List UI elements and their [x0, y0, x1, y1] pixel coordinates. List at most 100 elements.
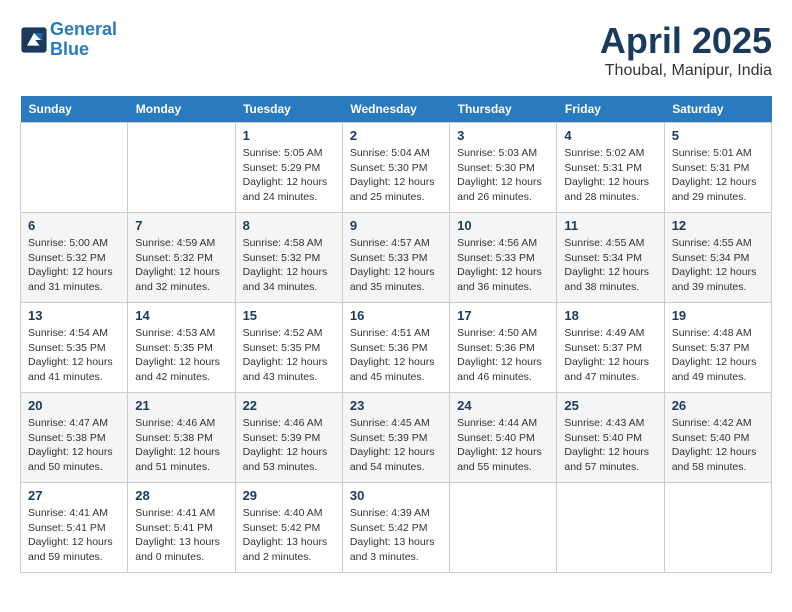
day-info: Sunrise: 4:55 AMSunset: 5:34 PMDaylight:…: [564, 236, 656, 295]
day-number: 12: [672, 218, 764, 233]
day-number: 26: [672, 398, 764, 413]
calendar-cell: 1 Sunrise: 5:05 AMSunset: 5:29 PMDaylight…: [235, 123, 342, 213]
day-number: 11: [564, 218, 656, 233]
col-header-wednesday: Wednesday: [342, 96, 449, 123]
week-row-2: 6 Sunrise: 5:00 AMSunset: 5:32 PMDaylight…: [21, 213, 772, 303]
day-info: Sunrise: 4:55 AMSunset: 5:34 PMDaylight:…: [672, 236, 764, 295]
col-header-sunday: Sunday: [21, 96, 128, 123]
day-number: 7: [135, 218, 227, 233]
day-number: 28: [135, 488, 227, 503]
day-number: 9: [350, 218, 442, 233]
page-header: General Blue April 2025 Thoubal, Manipur…: [20, 20, 772, 80]
calendar-cell: [21, 123, 128, 213]
day-info: Sunrise: 4:45 AMSunset: 5:39 PMDaylight:…: [350, 416, 442, 475]
calendar-cell: 18Sunrise: 4:49 AMSunset: 5:37 PMDayligh…: [557, 303, 664, 393]
calendar-cell: [664, 483, 771, 573]
day-info: Sunrise: 4:49 AMSunset: 5:37 PMDaylight:…: [564, 326, 656, 385]
location: Thoubal, Manipur, India: [600, 62, 772, 80]
day-info: Sunrise: 5:03 AMSunset: 5:30 PMDaylight:…: [457, 146, 549, 205]
header-row: SundayMondayTuesdayWednesdayThursdayFrid…: [21, 96, 772, 123]
day-number: 22: [243, 398, 335, 413]
day-number: 27: [28, 488, 120, 503]
day-number: 10: [457, 218, 549, 233]
day-info: Sunrise: 4:48 AMSunset: 5:37 PMDaylight:…: [672, 326, 764, 385]
day-info: Sunrise: 4:56 AMSunset: 5:33 PMDaylight:…: [457, 236, 549, 295]
calendar-cell: 20Sunrise: 4:47 AMSunset: 5:38 PMDayligh…: [21, 393, 128, 483]
calendar-cell: 6 Sunrise: 5:00 AMSunset: 5:32 PMDaylight…: [21, 213, 128, 303]
week-row-3: 13 Sunrise: 4:54 AMSunset: 5:35 PMDayligh…: [21, 303, 772, 393]
day-number: 15: [243, 308, 335, 323]
day-info: Sunrise: 4:50 AMSunset: 5:36 PMDaylight:…: [457, 326, 549, 385]
day-number: 17: [457, 308, 549, 323]
calendar-cell: 15 Sunrise: 4:52 AMSunset: 5:35 PMDayligh…: [235, 303, 342, 393]
day-info: Sunrise: 4:46 AMSunset: 5:39 PMDaylight:…: [243, 416, 335, 475]
day-number: 4: [564, 128, 656, 143]
day-info: Sunrise: 4:54 AMSunset: 5:35 PMDaylight:…: [28, 326, 120, 385]
calendar-cell: [450, 483, 557, 573]
week-row-1: 1 Sunrise: 5:05 AMSunset: 5:29 PMDaylight…: [21, 123, 772, 213]
calendar-cell: 17 Sunrise: 4:50 AMSunset: 5:36 PMDayligh…: [450, 303, 557, 393]
day-info: Sunrise: 4:47 AMSunset: 5:38 PMDaylight:…: [28, 416, 120, 475]
calendar-table: SundayMondayTuesdayWednesdayThursdayFrid…: [20, 96, 772, 573]
logo-icon: [20, 26, 48, 54]
week-row-5: 27 Sunrise: 4:41 AMSunset: 5:41 PMDayligh…: [21, 483, 772, 573]
calendar-cell: 13 Sunrise: 4:54 AMSunset: 5:35 PMDayligh…: [21, 303, 128, 393]
calendar-cell: [128, 123, 235, 213]
day-number: 16: [350, 308, 442, 323]
day-number: 25: [564, 398, 656, 413]
day-info: Sunrise: 5:00 AMSunset: 5:32 PMDaylight:…: [28, 236, 120, 295]
calendar-cell: 14Sunrise: 4:53 AMSunset: 5:35 PMDayligh…: [128, 303, 235, 393]
day-info: Sunrise: 4:44 AMSunset: 5:40 PMDaylight:…: [457, 416, 549, 475]
day-number: 3: [457, 128, 549, 143]
calendar-cell: 26 Sunrise: 4:42 AMSunset: 5:40 PMDayligh…: [664, 393, 771, 483]
day-number: 1: [243, 128, 335, 143]
calendar-cell: 5 Sunrise: 5:01 AMSunset: 5:31 PMDaylight…: [664, 123, 771, 213]
day-info: Sunrise: 4:39 AMSunset: 5:42 PMDaylight:…: [350, 506, 442, 565]
calendar-cell: 16 Sunrise: 4:51 AMSunset: 5:36 PMDayligh…: [342, 303, 449, 393]
calendar-cell: 27Sunrise: 4:41 AMSunset: 5:41 PMDayligh…: [21, 483, 128, 573]
day-number: 23: [350, 398, 442, 413]
title-block: April 2025 Thoubal, Manipur, India: [600, 20, 772, 80]
calendar-cell: 11 Sunrise: 4:55 AMSunset: 5:34 PMDayligh…: [557, 213, 664, 303]
week-row-4: 20Sunrise: 4:47 AMSunset: 5:38 PMDayligh…: [21, 393, 772, 483]
logo-text: General Blue: [50, 20, 117, 60]
day-number: 8: [243, 218, 335, 233]
day-info: Sunrise: 4:51 AMSunset: 5:36 PMDaylight:…: [350, 326, 442, 385]
day-info: Sunrise: 4:41 AMSunset: 5:41 PMDaylight:…: [135, 506, 227, 565]
calendar-cell: 24 Sunrise: 4:44 AMSunset: 5:40 PMDayligh…: [450, 393, 557, 483]
logo-blue: Blue: [50, 39, 89, 59]
calendar-cell: 9Sunrise: 4:57 AMSunset: 5:33 PMDaylight…: [342, 213, 449, 303]
day-info: Sunrise: 5:04 AMSunset: 5:30 PMDaylight:…: [350, 146, 442, 205]
day-number: 19: [672, 308, 764, 323]
calendar-cell: 21 Sunrise: 4:46 AMSunset: 5:38 PMDayligh…: [128, 393, 235, 483]
col-header-friday: Friday: [557, 96, 664, 123]
day-info: Sunrise: 4:58 AMSunset: 5:32 PMDaylight:…: [243, 236, 335, 295]
calendar-cell: 4Sunrise: 5:02 AMSunset: 5:31 PMDaylight…: [557, 123, 664, 213]
day-number: 5: [672, 128, 764, 143]
day-info: Sunrise: 5:05 AMSunset: 5:29 PMDaylight:…: [243, 146, 335, 205]
day-info: Sunrise: 4:52 AMSunset: 5:35 PMDaylight:…: [243, 326, 335, 385]
col-header-tuesday: Tuesday: [235, 96, 342, 123]
logo-general: General: [50, 19, 117, 39]
day-number: 24: [457, 398, 549, 413]
day-number: 21: [135, 398, 227, 413]
calendar-cell: 30Sunrise: 4:39 AMSunset: 5:42 PMDayligh…: [342, 483, 449, 573]
col-header-thursday: Thursday: [450, 96, 557, 123]
calendar-cell: 23 Sunrise: 4:45 AMSunset: 5:39 PMDayligh…: [342, 393, 449, 483]
calendar-cell: 29Sunrise: 4:40 AMSunset: 5:42 PMDayligh…: [235, 483, 342, 573]
day-info: Sunrise: 5:01 AMSunset: 5:31 PMDaylight:…: [672, 146, 764, 205]
day-number: 13: [28, 308, 120, 323]
calendar-cell: 25Sunrise: 4:43 AMSunset: 5:40 PMDayligh…: [557, 393, 664, 483]
calendar-cell: 10 Sunrise: 4:56 AMSunset: 5:33 PMDayligh…: [450, 213, 557, 303]
day-info: Sunrise: 4:59 AMSunset: 5:32 PMDaylight:…: [135, 236, 227, 295]
day-info: Sunrise: 4:46 AMSunset: 5:38 PMDaylight:…: [135, 416, 227, 475]
day-number: 14: [135, 308, 227, 323]
logo: General Blue: [20, 20, 117, 60]
day-info: Sunrise: 4:42 AMSunset: 5:40 PMDaylight:…: [672, 416, 764, 475]
day-info: Sunrise: 4:40 AMSunset: 5:42 PMDaylight:…: [243, 506, 335, 565]
col-header-monday: Monday: [128, 96, 235, 123]
calendar-cell: 3 Sunrise: 5:03 AMSunset: 5:30 PMDaylight…: [450, 123, 557, 213]
calendar-cell: 7 Sunrise: 4:59 AMSunset: 5:32 PMDaylight…: [128, 213, 235, 303]
day-number: 6: [28, 218, 120, 233]
calendar-cell: 19 Sunrise: 4:48 AMSunset: 5:37 PMDayligh…: [664, 303, 771, 393]
